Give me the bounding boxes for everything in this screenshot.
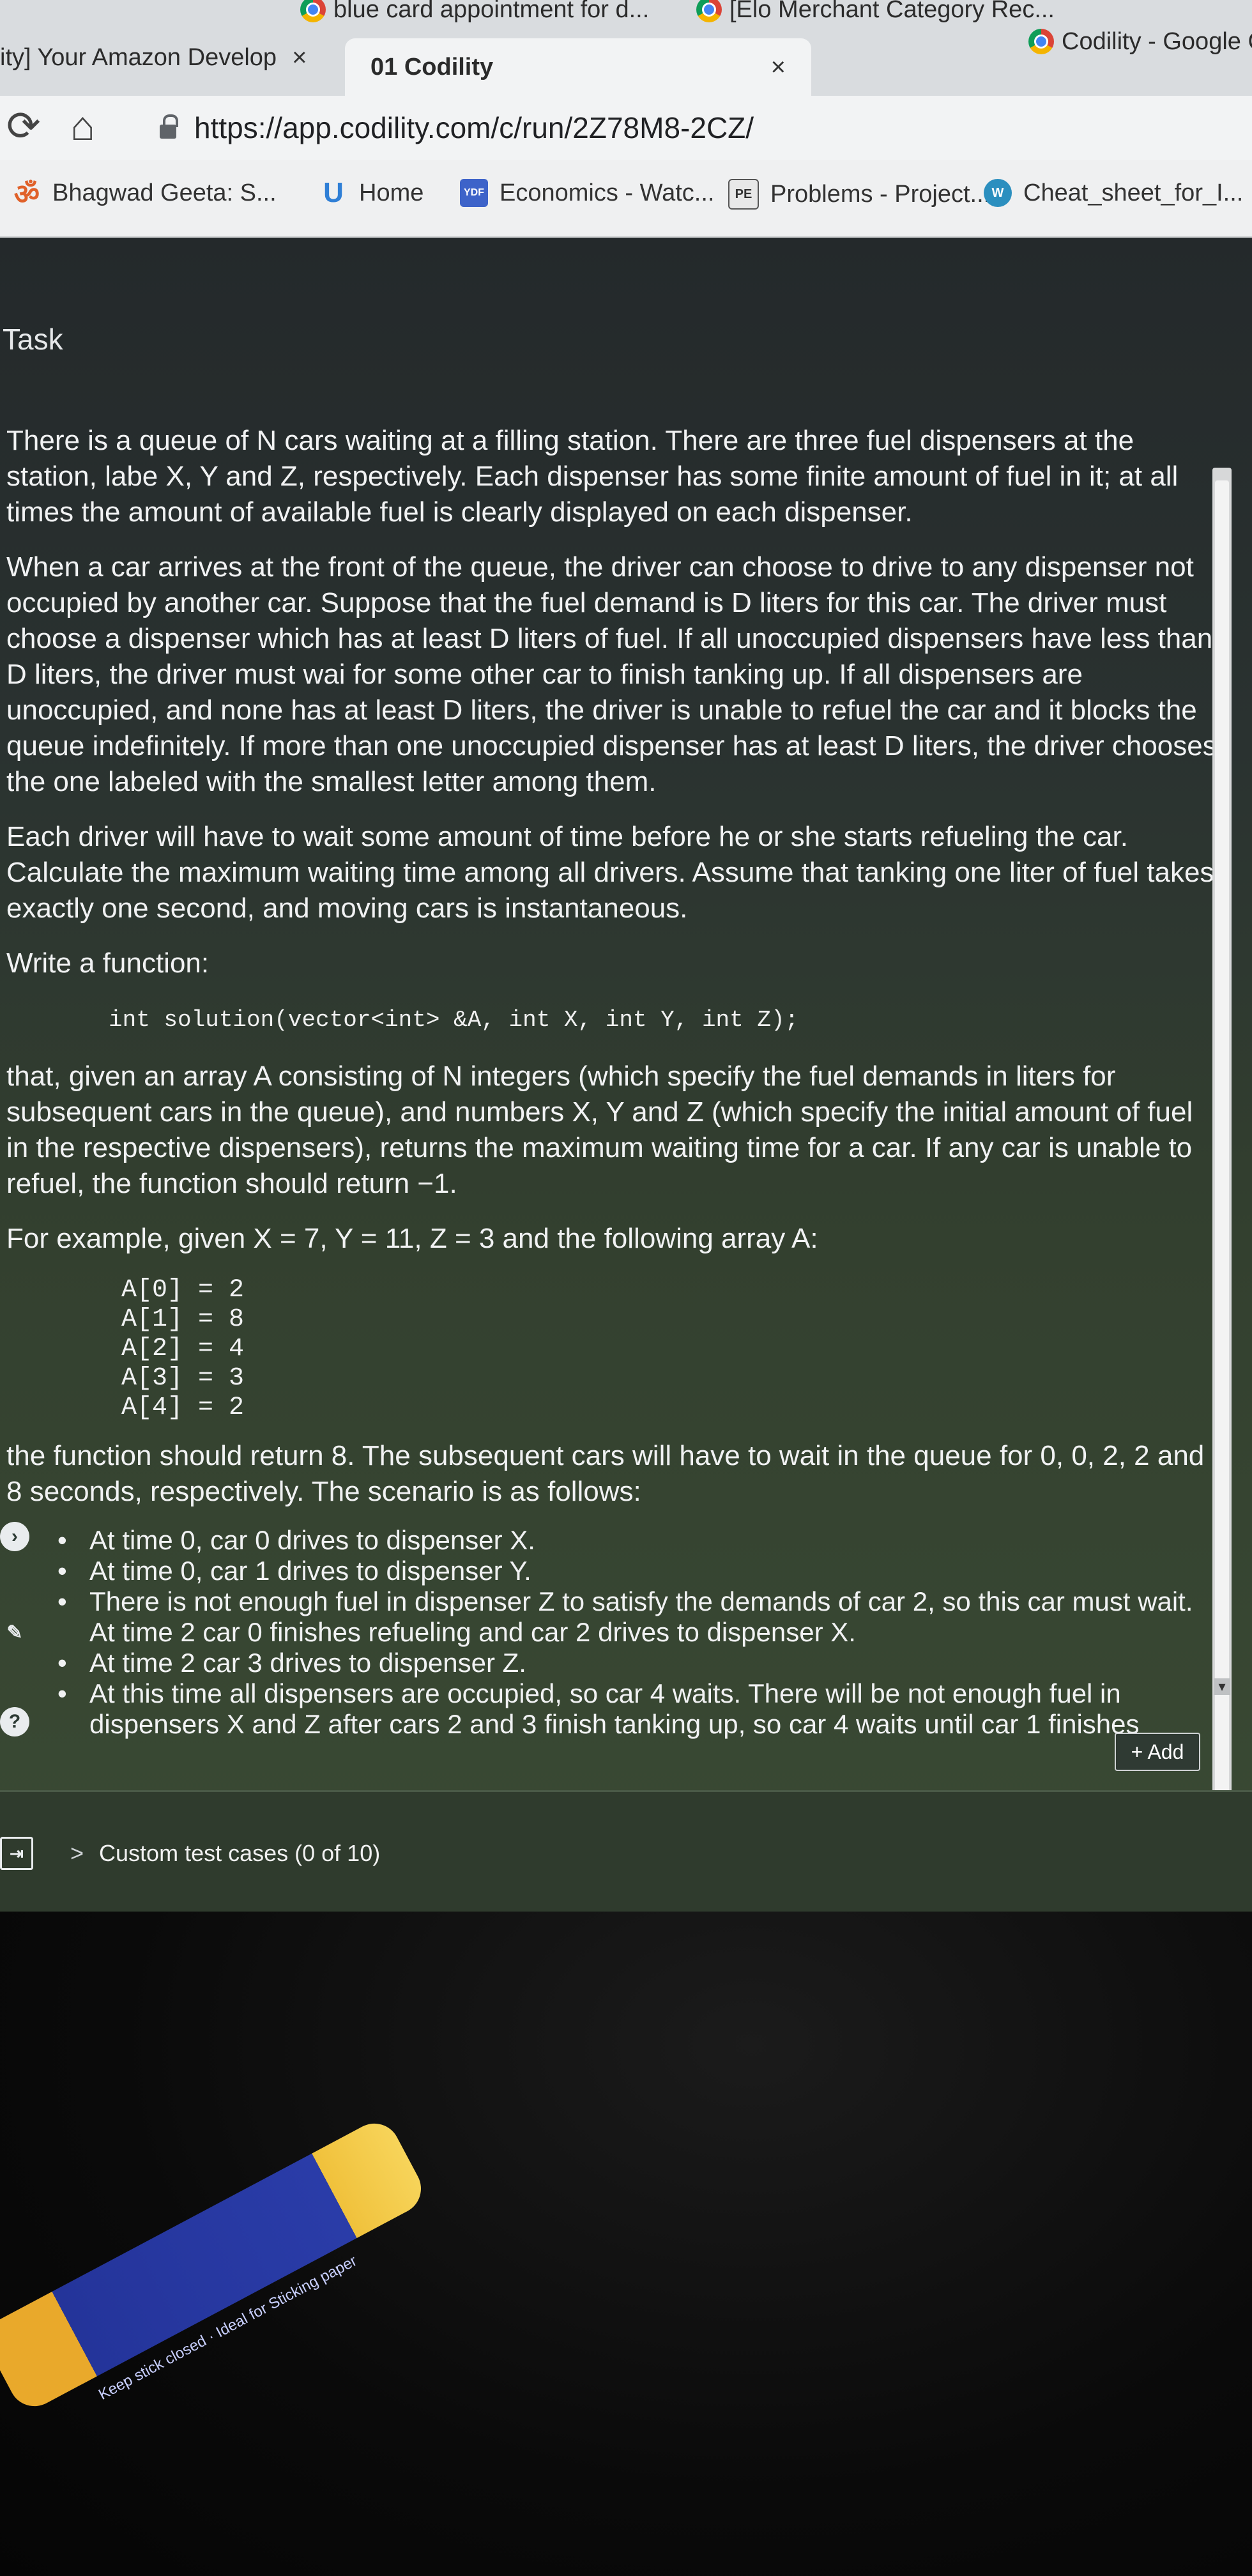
paragraph-rules: When a car arrives at the front of the q…	[6, 551, 1217, 797]
function-signature: int solution(vector<int> &A, int X, int …	[109, 1007, 799, 1033]
bookmark-cheat-sheet[interactable]: W Cheat_sheet_for_I...	[984, 179, 1243, 207]
address-url: https://app.codility.com/c/run/2Z78M8-2C…	[194, 111, 754, 144]
page-title: Task	[3, 323, 63, 356]
exit-icon[interactable]: ⇥	[0, 1837, 33, 1870]
scroll-down-icon[interactable]: ▾	[1214, 1678, 1230, 1695]
om-icon: ॐ	[13, 179, 40, 210]
tab-title: blue card appointment for d...	[333, 0, 650, 23]
array-line: A[4] = 2	[121, 1393, 245, 1422]
chrome-icon	[696, 0, 722, 22]
home-icon[interactable]: ⌂	[70, 102, 95, 150]
tab-title: ity] Your Amazon Develop	[0, 43, 277, 71]
list-item: There is not enough fuel in dispenser Z …	[57, 1586, 1220, 1648]
example-array: A[0] = 2 A[1] = 8 A[2] = 4 A[3] = 3 A[4]…	[121, 1276, 1220, 1423]
list-item: At this time all dispensers are occupied…	[57, 1678, 1220, 1740]
array-line: A[1] = 8	[121, 1305, 245, 1334]
add-test-button[interactable]: + Add	[1115, 1733, 1200, 1771]
bookmark-label: Home	[359, 179, 424, 206]
chrome-icon	[1028, 29, 1054, 54]
list-item: At time 0, car 1 drives to dispenser Y.	[57, 1556, 1220, 1586]
help-icon[interactable]: ?	[0, 1707, 29, 1736]
tab-codility-google[interactable]: Codility - Google Chro	[1028, 0, 1252, 83]
array-line: A[2] = 4	[121, 1335, 245, 1363]
paragraph-waiting: Each driver will have to wait some amoun…	[6, 821, 1214, 924]
custom-test-bar: ⇥ > Custom test cases (0 of 10)	[0, 1790, 1252, 1912]
tab-title: 01 Codility	[370, 53, 494, 80]
bookmark-label: Bhagwad Geeta: S...	[52, 179, 277, 206]
paragraph-example: For example, given X = 7, Y = 11, Z = 3 …	[6, 1223, 818, 1254]
ydf-icon: YDF	[460, 179, 488, 207]
paragraph-intro: There is a queue of N cars waiting at a …	[6, 425, 1179, 528]
tab-title: Codility - Google Chro	[1062, 27, 1252, 55]
bookmark-problems[interactable]: PE Problems - Project...	[728, 179, 990, 210]
task-description: There is a queue of N cars waiting at a …	[6, 423, 1220, 1740]
pe-icon: PE	[728, 179, 759, 210]
bookmark-label: Economics - Watc...	[500, 179, 715, 206]
scrollbar-thumb[interactable]	[1215, 480, 1229, 1886]
address-bar[interactable]: https://app.codility.com/c/run/2Z78M8-2C…	[160, 105, 754, 150]
list-item: At time 0, car 0 drives to dispenser X.	[57, 1525, 1220, 1556]
bookmark-label: Problems - Project...	[770, 180, 991, 208]
paragraph-result: the function should return 8. The subseq…	[6, 1440, 1205, 1507]
bookmark-economics[interactable]: YDF Economics - Watc...	[460, 179, 714, 207]
reload-icon[interactable]: ⟳	[6, 102, 41, 150]
close-icon[interactable]: ×	[771, 53, 786, 82]
close-icon[interactable]: ×	[292, 43, 307, 72]
task-panel: Task There is a queue of N cars waiting …	[0, 238, 1252, 1912]
custom-test-cases-toggle[interactable]: > Custom test cases (0 of 10)	[70, 1840, 380, 1867]
array-line: A[0] = 2	[121, 1276, 245, 1305]
paragraph-write-function: Write a function:	[6, 947, 210, 979]
edit-icon[interactable]: ✎	[0, 1618, 29, 1647]
scenario-list: At time 0, car 0 drives to dispenser X. …	[57, 1525, 1220, 1740]
tab-codility[interactable]: 01 Codility ×	[345, 38, 811, 96]
tab-amazon-developer[interactable]: ity] Your Amazon Develop ×	[0, 19, 307, 96]
bookmark-bhagwad-geeta[interactable]: ॐ Bhagwad Geeta: S...	[13, 179, 277, 210]
array-line: A[3] = 3	[121, 1364, 245, 1393]
browser-toolbar: ⟳ ⌂ https://app.codility.com/c/run/2Z78M…	[0, 96, 1252, 160]
paragraph-spec: that, given an array A consisting of N i…	[6, 1061, 1193, 1199]
bookmark-home[interactable]: U Home	[319, 177, 424, 208]
list-item: At time 2 car 3 drives to dispenser Z.	[57, 1648, 1220, 1678]
custom-test-label: Custom test cases (0 of 10)	[99, 1840, 381, 1866]
bookmarks-bar: ॐ Bhagwad Geeta: S... U Home YDF Economi…	[0, 160, 1252, 238]
udacity-icon: U	[323, 177, 344, 208]
tab-title: [Elo Merchant Category Rec...	[729, 0, 1055, 23]
bookmark-label: Cheat_sheet_for_I...	[1023, 179, 1244, 206]
chevron-right-icon: >	[70, 1840, 84, 1866]
play-icon[interactable]: ›	[0, 1522, 29, 1551]
wordpress-icon: W	[984, 179, 1012, 207]
lock-icon	[160, 114, 178, 139]
tab-bar: blue card appointment for d... [Elo Merc…	[0, 0, 1252, 96]
